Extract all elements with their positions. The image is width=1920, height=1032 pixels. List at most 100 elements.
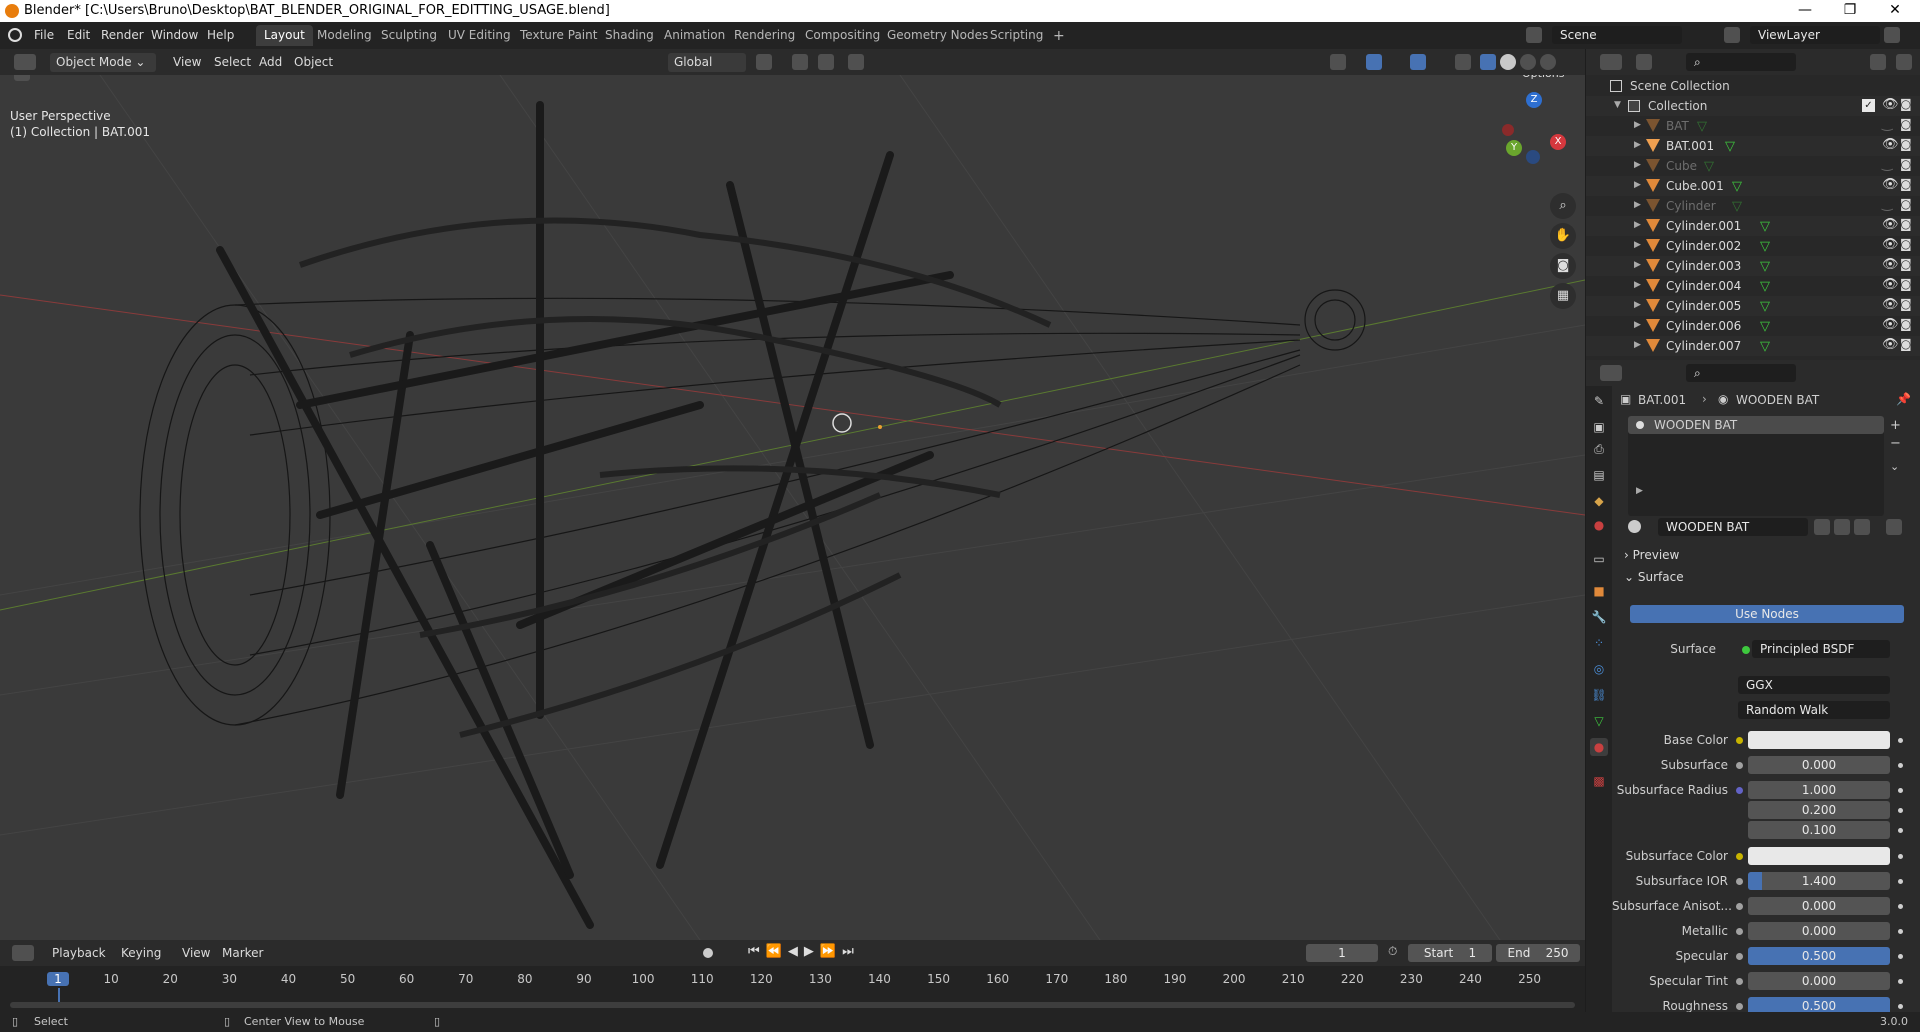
eye-icon[interactable]: ‿: [1882, 197, 1892, 212]
menu-playback[interactable]: Playback: [46, 944, 112, 963]
eye-icon[interactable]: ‿: [1882, 157, 1892, 172]
menu-select[interactable]: Select: [208, 53, 257, 72]
menu-keying[interactable]: Keying: [115, 944, 167, 963]
expand-triangle-icon[interactable]: ▶: [1636, 486, 1643, 496]
gizmo-neg-x-axis[interactable]: [1502, 124, 1514, 136]
camera-icon[interactable]: ◙: [1900, 117, 1912, 131]
keyframe-dot-icon[interactable]: [1898, 828, 1903, 833]
material-slot-row[interactable]: WOODEN BAT: [1628, 416, 1884, 434]
expand-triangle-icon[interactable]: ▶: [1634, 340, 1641, 350]
material-name-field[interactable]: WOODEN BAT: [1658, 518, 1808, 536]
keyframe-dot-icon[interactable]: [1898, 904, 1903, 909]
scene-selector[interactable]: Scene: [1552, 26, 1682, 44]
wireframe-shading-icon[interactable]: [1480, 54, 1496, 70]
tab-texture-paint[interactable]: Texture Paint: [512, 25, 605, 46]
properties-editor-type-icon[interactable]: [1600, 365, 1622, 381]
keyframe-dot-icon[interactable]: [1898, 1004, 1903, 1009]
end-frame-field[interactable]: End 250: [1496, 944, 1580, 962]
unlink-material-icon[interactable]: [1854, 519, 1870, 535]
eye-icon[interactable]: 👁: [1882, 337, 1899, 352]
view-layer-icon[interactable]: [1724, 27, 1740, 43]
surface-shader-selector[interactable]: Principled BSDF: [1752, 640, 1890, 658]
material-preview-icon[interactable]: [1520, 54, 1536, 70]
keyframe-dot-icon[interactable]: [1898, 738, 1903, 743]
bsdf-input-field[interactable]: 0.000: [1748, 756, 1890, 774]
bsdf-input-field[interactable]: 0.000: [1748, 922, 1890, 940]
mesh-data-icon[interactable]: ▽: [1760, 239, 1770, 254]
expand-triangle-icon[interactable]: ▶: [1634, 260, 1641, 270]
outliner-item[interactable]: ▶ Cylinder.003 ▽ 👁 ◙: [1586, 256, 1920, 276]
menu-edit[interactable]: Edit: [67, 28, 90, 42]
menu-timeline-view[interactable]: View: [176, 944, 216, 963]
record-icon[interactable]: [703, 948, 713, 958]
eye-icon[interactable]: 👁: [1882, 317, 1899, 332]
view-layer-tab-icon[interactable]: ▤: [1590, 466, 1608, 484]
zoom-icon[interactable]: ⌕: [1550, 193, 1576, 219]
duplicate-material-icon[interactable]: [1834, 519, 1850, 535]
camera-icon[interactable]: ◙: [1900, 337, 1912, 351]
mesh-data-icon[interactable]: ▽: [1760, 319, 1770, 334]
snap-target-icon[interactable]: [818, 54, 834, 70]
eye-icon[interactable]: 👁: [1882, 217, 1899, 232]
mesh-data-icon[interactable]: ▽: [1760, 339, 1770, 354]
browse-material-icon[interactable]: [1628, 520, 1641, 533]
gizmo-x-axis[interactable]: X: [1550, 134, 1566, 150]
bsdf-input-field[interactable]: 0.500: [1748, 947, 1890, 965]
socket-icon[interactable]: [1736, 787, 1743, 794]
menu-add[interactable]: Add: [253, 53, 288, 72]
mesh-data-icon[interactable]: ▽: [1760, 279, 1770, 294]
tab-uv-editing[interactable]: UV Editing: [440, 25, 519, 46]
visibility-icon[interactable]: [1330, 54, 1346, 70]
mesh-data-icon[interactable]: ▽: [1732, 199, 1742, 214]
collection-tab-icon[interactable]: ▭: [1590, 550, 1608, 568]
close-button[interactable]: ✕: [1880, 2, 1910, 18]
socket-icon[interactable]: [1736, 903, 1743, 910]
rendered-shading-icon[interactable]: [1540, 54, 1556, 70]
mesh-data-icon[interactable]: ▽: [1760, 259, 1770, 274]
bsdf-input-field[interactable]: [1748, 847, 1890, 865]
socket-icon[interactable]: [1736, 878, 1743, 885]
expand-triangle-icon[interactable]: ▶: [1634, 140, 1641, 150]
expand-triangle-icon[interactable]: ▶: [1634, 160, 1641, 170]
particles-tab-icon[interactable]: ⁘: [1590, 634, 1608, 652]
eye-icon[interactable]: ‿: [1882, 117, 1892, 132]
outliner-item[interactable]: ▶ BAT ▽ ‿ ◙: [1586, 116, 1920, 136]
outliner-item[interactable]: ▶ Cylinder.004 ▽ 👁 ◙: [1586, 276, 1920, 296]
socket-icon[interactable]: [1736, 853, 1743, 860]
snap-icon[interactable]: [792, 54, 808, 70]
camera-icon[interactable]: ◙: [1900, 237, 1912, 251]
new-collection-icon[interactable]: [1896, 54, 1912, 70]
mesh-data-icon[interactable]: ▽: [1697, 119, 1707, 134]
keyframe-dot-icon[interactable]: [1898, 808, 1903, 813]
overlays-icon[interactable]: [1410, 54, 1426, 70]
slot-menu-icon[interactable]: ⌄: [1890, 460, 1899, 473]
distribution-selector[interactable]: GGX: [1738, 676, 1890, 694]
outliner-item[interactable]: ▶ BAT.001 ▽ 👁 ◙: [1586, 136, 1920, 156]
data-tab-icon[interactable]: ▽: [1590, 712, 1608, 730]
menu-window[interactable]: Window: [151, 28, 198, 42]
tab-sculpting[interactable]: Sculpting: [373, 25, 445, 46]
tab-scripting[interactable]: Scripting: [982, 25, 1051, 46]
modifier-tab-icon[interactable]: 🔧: [1590, 608, 1608, 626]
minimize-button[interactable]: —: [1790, 2, 1820, 18]
navigation-gizmo[interactable]: Z Y X: [1494, 90, 1570, 166]
select-tool-icon[interactable]: [14, 75, 30, 81]
socket-icon[interactable]: [1736, 1003, 1743, 1010]
pan-hand-icon[interactable]: ✋: [1550, 223, 1576, 249]
eye-icon[interactable]: 👁: [1882, 177, 1899, 192]
playback-controls[interactable]: ⏮⏪◀▶⏩⏭: [748, 944, 860, 959]
menu-view[interactable]: View: [167, 53, 207, 72]
3d-viewport[interactable]: User Perspective (1) Collection | BAT.00…: [0, 75, 1585, 940]
tab-modeling[interactable]: Modeling: [309, 25, 380, 46]
tab-layout[interactable]: Layout: [256, 25, 313, 46]
socket-icon[interactable]: [1736, 737, 1743, 744]
outliner-item[interactable]: ▶ Cylinder.007 ▽ 👁 ◙: [1586, 336, 1920, 356]
camera-icon[interactable]: ◙: [1900, 177, 1912, 191]
camera-icon[interactable]: ◙: [1900, 97, 1912, 111]
clock-icon[interactable]: ⏱: [1388, 944, 1397, 959]
timeline-area[interactable]: 1 10 20 30 40 50 60 70 80 90 100 110 120 130 140 150 160…: [0, 966, 1585, 1012]
timeline-editor-type-icon[interactable]: [12, 945, 34, 961]
display-mode-icon[interactable]: [1636, 54, 1652, 70]
outliner-item[interactable]: ▶ Cylinder.001 ▽ 👁 ◙: [1586, 216, 1920, 236]
outliner-item[interactable]: ▶ Cylinder ▽ ‿ ◙: [1586, 196, 1920, 216]
